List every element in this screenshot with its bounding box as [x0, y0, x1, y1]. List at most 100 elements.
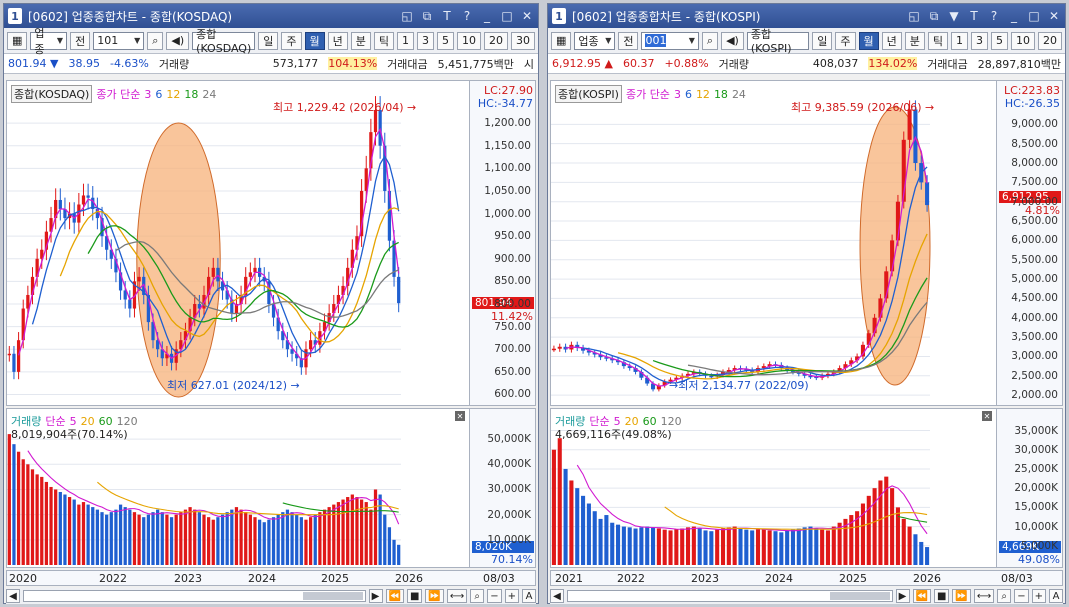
horizontal-scrollbar[interactable] [567, 590, 893, 602]
zoom-in-icon[interactable]: + [504, 589, 519, 603]
window-titlebar[interactable]: 1 [0602] 업종종합차트 - 종합(KOSDAQ) ◱ ⧉ T ? _ □… [4, 4, 538, 28]
interval-1-button[interactable]: 1 [397, 31, 414, 50]
pin-icon[interactable]: ▼ [947, 9, 961, 24]
minimize-icon[interactable]: _ [1007, 9, 1021, 24]
volume-bar [346, 497, 350, 565]
volume-bar [67, 497, 72, 565]
rewind-icon[interactable]: ⏪ [912, 589, 931, 603]
legend-ma-3: 3 [144, 87, 152, 101]
volume-bar [715, 529, 720, 565]
horizontal-scrollbar[interactable] [23, 590, 366, 602]
fast-forward-icon[interactable]: ⏩ [425, 589, 444, 603]
interval-10-button[interactable]: 10 [457, 31, 481, 50]
price-chart-svg[interactable] [7, 81, 469, 405]
ruler-icon[interactable]: ⟷ [446, 589, 468, 603]
price-change: 60.37 [622, 57, 655, 70]
category-value: 업종 [34, 26, 45, 56]
scroll-thumb[interactable] [829, 592, 890, 600]
scroll-right-icon[interactable]: ▶ [895, 589, 910, 603]
maximize-icon[interactable]: □ [1027, 9, 1041, 24]
prev-button[interactable]: 전 [618, 31, 639, 50]
interval-5-button[interactable]: 5 [437, 31, 454, 50]
rewind-icon[interactable]: ⏪ [385, 589, 404, 603]
help-icon[interactable]: ? [987, 9, 1001, 24]
price-axis[interactable]: LC:223.83 HC:-26.35 6,912.95 4.81% 9,000… [996, 81, 1062, 405]
interval-5-button[interactable]: 5 [991, 31, 1008, 50]
x-label-2021: 2021 [555, 572, 583, 585]
stop-icon[interactable]: ■ [406, 589, 423, 603]
text-icon[interactable]: T [967, 9, 981, 24]
period-year-button[interactable]: 년 [327, 31, 348, 50]
price-chart-svg[interactable] [551, 81, 998, 405]
candle-body [128, 299, 132, 309]
speaker-icon[interactable]: ◀) [721, 31, 744, 50]
interval-20-button[interactable]: 20 [1038, 31, 1062, 50]
price-axis[interactable]: LC:27.90 HC:-34.77 801.94 11.42% 1,200.0… [469, 81, 535, 405]
layout-icon[interactable]: ▦ [551, 31, 572, 50]
minimize-icon[interactable]: _ [480, 9, 494, 24]
period-tick-button[interactable]: 틱 [927, 31, 948, 50]
close-icon[interactable]: ✕ [520, 9, 534, 24]
volume-axis[interactable]: 8,020K 70.14% 50,000K 40,000K 30,000K 20,00… [469, 409, 535, 567]
interval-3-button[interactable]: 3 [971, 31, 988, 50]
panel-close-icon[interactable]: ✕ [982, 411, 992, 421]
search-icon[interactable]: ⌕ [701, 31, 719, 50]
candle-body [248, 272, 252, 277]
period-tick-button[interactable]: 틱 [373, 31, 394, 50]
search-icon[interactable]: ⌕ [147, 31, 164, 50]
copy-icon[interactable]: ⧉ [420, 9, 434, 24]
ruler-icon[interactable]: ⟷ [973, 589, 995, 603]
category-select[interactable]: 업종 ▼ [574, 31, 616, 50]
period-month-button[interactable]: 월 [858, 31, 879, 50]
period-year-button[interactable]: 년 [881, 31, 902, 50]
interval-20-button[interactable]: 20 [484, 31, 508, 50]
link-icon[interactable]: ◱ [400, 9, 414, 24]
period-month-button[interactable]: 월 [304, 31, 325, 50]
category-select[interactable]: 업종 ▼ [30, 27, 68, 56]
fast-forward-icon[interactable]: ⏩ [952, 589, 971, 603]
maximize-icon[interactable]: □ [500, 9, 514, 24]
interval-1-button[interactable]: 1 [951, 31, 968, 50]
font-icon[interactable]: A [522, 589, 536, 603]
layout-icon[interactable]: ▦ [7, 31, 28, 50]
scroll-right-icon[interactable]: ▶ [368, 589, 383, 603]
price-chart-panel[interactable]: 종합(KOSPI) 종가 단순 3 6 12 18 24 최고 9,385.59… [550, 80, 1063, 406]
arrow-right-icon: → [669, 379, 679, 392]
code-input[interactable]: 001 ▼ [641, 31, 699, 50]
zoom-out-icon[interactable]: − [487, 589, 502, 603]
font-icon[interactable]: A [1049, 589, 1063, 603]
window-titlebar[interactable]: 1 [0602] 업종종합차트 - 종합(KOSPI) ◱ ⧉ ▼ T ? _ … [548, 4, 1065, 28]
help-icon[interactable]: ? [460, 9, 474, 24]
link-icon[interactable]: ◱ [907, 9, 921, 24]
volume-axis[interactable]: 4,669K 49.08% 35,000K 30,000K 25,000K 20,00… [996, 409, 1062, 567]
period-week-button[interactable]: 주 [281, 31, 302, 50]
scroll-left-icon[interactable]: ◀ [550, 589, 564, 603]
price-chart-panel[interactable]: 종합(KOSDAQ) 종가 단순 3 6 12 18 24 최고 1,229.4… [6, 80, 536, 406]
speaker-icon[interactable]: ◀) [166, 31, 190, 50]
panel-close-icon[interactable]: ✕ [455, 411, 465, 421]
period-day-button[interactable]: 일 [258, 31, 279, 50]
zoom-in-icon[interactable]: + [1031, 589, 1046, 603]
volume-chart-panel[interactable]: 거래량 단순 5 20 60 120 4,669,116주(49.08%) ✕ … [550, 408, 1063, 568]
interval-30-button[interactable]: 30 [511, 31, 535, 50]
volume-bar [633, 528, 638, 565]
code-input[interactable]: 101 ▼ [93, 31, 145, 50]
stop-icon[interactable]: ■ [933, 589, 950, 603]
zoom-icon[interactable]: ⌕ [470, 589, 485, 603]
x-label-2025: 2025 [839, 572, 867, 585]
scroll-thumb[interactable] [302, 592, 363, 600]
scroll-left-icon[interactable]: ◀ [6, 589, 20, 603]
period-day-button[interactable]: 일 [812, 31, 833, 50]
period-week-button[interactable]: 주 [835, 31, 856, 50]
volume-chart-panel[interactable]: 거래량 단순 5 20 60 120 8,019,904주(70.14%) ✕ … [6, 408, 536, 568]
copy-icon[interactable]: ⧉ [927, 9, 941, 24]
period-minute-button[interactable]: 분 [904, 31, 925, 50]
zoom-icon[interactable]: ⌕ [997, 589, 1012, 603]
interval-3-button[interactable]: 3 [417, 31, 434, 50]
period-minute-button[interactable]: 분 [350, 31, 371, 50]
prev-button[interactable]: 전 [70, 31, 91, 50]
zoom-out-icon[interactable]: − [1014, 589, 1029, 603]
interval-10-button[interactable]: 10 [1011, 31, 1035, 50]
close-icon[interactable]: ✕ [1047, 9, 1061, 24]
text-icon[interactable]: T [440, 9, 454, 24]
